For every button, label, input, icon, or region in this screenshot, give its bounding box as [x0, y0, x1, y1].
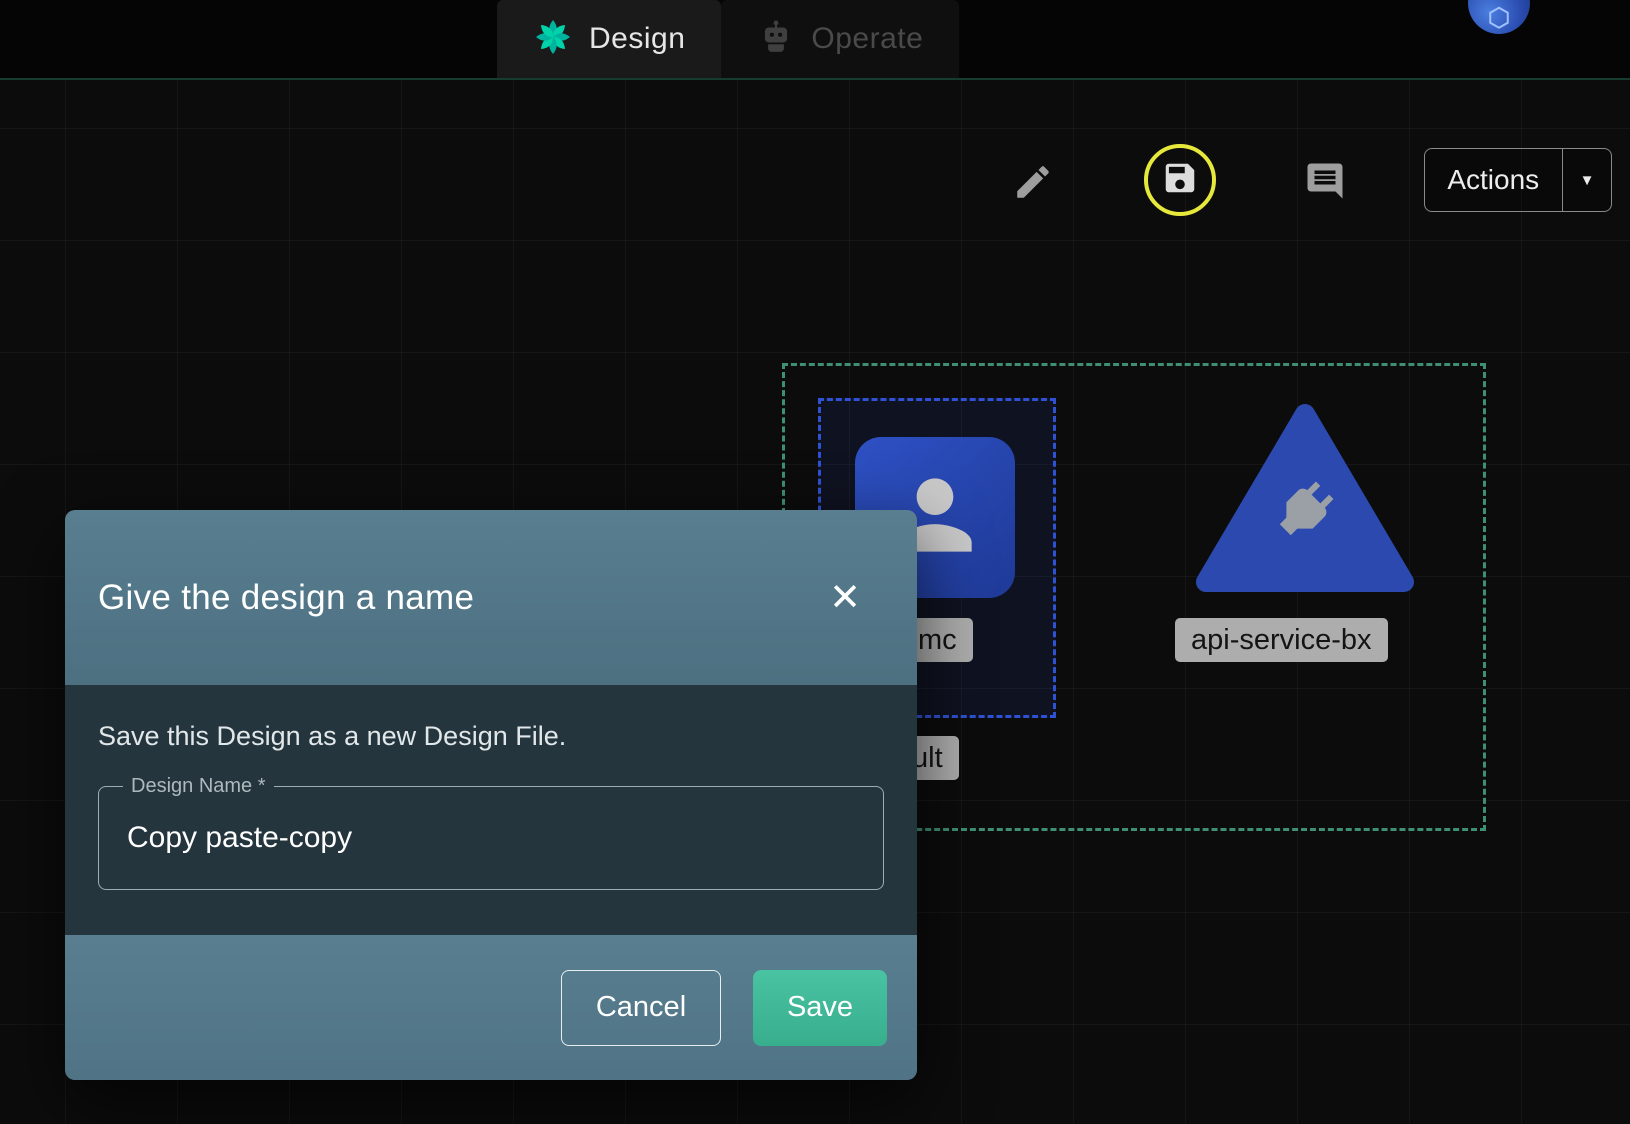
- user-avatar[interactable]: [1468, 0, 1530, 34]
- design-name-field: Design Name *: [98, 786, 884, 890]
- chevron-down-icon[interactable]: ▼: [1563, 172, 1611, 189]
- node-label-chip[interactable]: api-service-bx: [1175, 618, 1388, 662]
- modal-header: Give the design a name ✕: [65, 510, 917, 685]
- top-bar: Design Operate: [0, 0, 1630, 80]
- modal-title: Give the design a name: [98, 578, 474, 618]
- actions-button-label: Actions: [1425, 164, 1562, 196]
- comment-button[interactable]: [1302, 160, 1348, 206]
- api-service-node[interactable]: [1190, 398, 1420, 603]
- meshery-app: Design Operate: [0, 0, 1630, 1124]
- tab-operate[interactable]: Operate: [721, 0, 959, 78]
- tab-design-label: Design: [589, 22, 685, 56]
- modal-footer: Cancel Save: [65, 935, 917, 1080]
- tab-design[interactable]: Design: [497, 0, 721, 78]
- close-icon[interactable]: ✕: [823, 573, 867, 623]
- node-label-text: mc: [918, 624, 957, 657]
- save-confirm-button[interactable]: Save: [753, 970, 887, 1046]
- save-button[interactable]: [1144, 144, 1216, 216]
- edit-button[interactable]: [1010, 161, 1056, 207]
- modal-body: Save this Design as a new Design File. D…: [65, 685, 917, 935]
- pencil-icon: [1012, 161, 1054, 208]
- meshery-logo-icon: [533, 17, 573, 62]
- node-label-text: api-service-bx: [1191, 624, 1372, 657]
- mode-tabs: Design Operate: [497, 0, 959, 78]
- robot-icon: [757, 18, 795, 61]
- design-name-input[interactable]: [99, 821, 883, 855]
- floppy-disk-icon: [1161, 159, 1199, 202]
- comment-bubble-icon: [1304, 160, 1346, 207]
- actions-button[interactable]: Actions ▼: [1424, 148, 1612, 212]
- tab-operate-label: Operate: [811, 22, 923, 56]
- cancel-button[interactable]: Cancel: [561, 970, 721, 1046]
- save-design-modal: Give the design a name ✕ Save this Desig…: [65, 510, 917, 1080]
- modal-description: Save this Design as a new Design File.: [98, 721, 884, 752]
- design-name-label: Design Name *: [123, 775, 274, 798]
